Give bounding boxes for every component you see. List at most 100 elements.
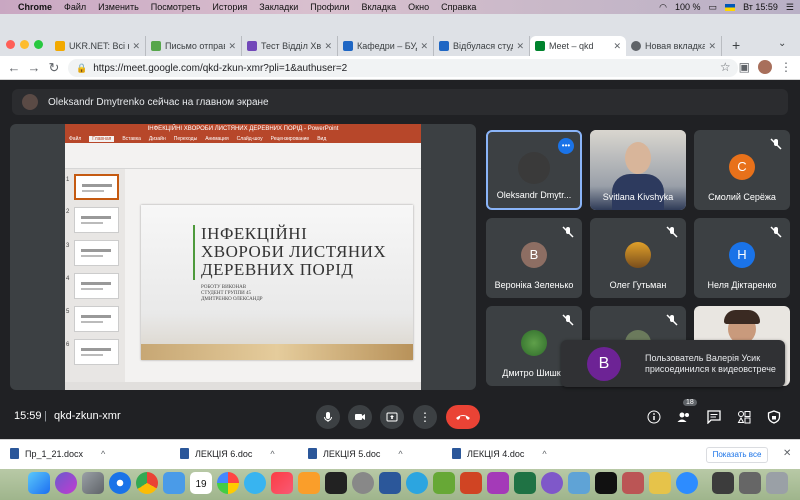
chevron-up-icon[interactable]: ^: [398, 449, 402, 459]
meeting-details-icon[interactable]: [646, 409, 662, 425]
menu-tab[interactable]: Вкладка: [361, 2, 396, 12]
leave-call-button[interactable]: [446, 405, 480, 429]
wifi-icon[interactable]: ◠: [659, 2, 667, 13]
tab-mail[interactable]: Письмо отправ ✕: [146, 36, 242, 56]
preview-icon[interactable]: [568, 472, 590, 494]
chrome-menu-icon[interactable]: ⋮: [780, 60, 792, 74]
more-options-button[interactable]: ⋮: [413, 405, 437, 429]
settings-icon[interactable]: [352, 472, 374, 494]
launchpad-icon[interactable]: [82, 472, 104, 494]
close-tab-icon[interactable]: ✕: [228, 41, 236, 52]
tab-ukrnet[interactable]: UKR.NET: Всі но✕: [50, 36, 146, 56]
forward-icon[interactable]: →: [24, 60, 44, 75]
new-tab-icon[interactable]: +: [732, 37, 740, 53]
tab-student-event[interactable]: Відбулася студ ✕: [434, 36, 530, 56]
menu-edit[interactable]: Изменить: [98, 2, 139, 12]
close-tab-icon[interactable]: ✕: [324, 41, 332, 52]
appletv-icon[interactable]: [325, 472, 347, 494]
participant-tile[interactable]: Svitlana Kivshyka: [590, 130, 686, 210]
host-controls-icon[interactable]: [766, 409, 782, 425]
menu-help[interactable]: Справка: [441, 2, 476, 12]
microphone-button[interactable]: [316, 405, 340, 429]
telegram-icon[interactable]: [406, 472, 428, 494]
downloads-stack-icon[interactable]: [739, 472, 761, 494]
close-tab-icon[interactable]: ✕: [132, 41, 140, 52]
flag-icon[interactable]: [725, 3, 736, 11]
lock-icon[interactable]: 🔒: [76, 63, 87, 74]
participant-tile[interactable]: Н Неля Діктаренко: [694, 218, 790, 298]
battery-icon[interactable]: ▭: [709, 2, 718, 13]
word-app-icon[interactable]: [379, 472, 401, 494]
books-icon[interactable]: [298, 472, 320, 494]
tab-search-icon[interactable]: ⌄: [778, 38, 786, 49]
people-icon[interactable]: [676, 409, 692, 425]
camera-button[interactable]: [348, 405, 372, 429]
siri-icon[interactable]: [55, 472, 77, 494]
menu-profiles[interactable]: Профили: [310, 2, 349, 12]
photos-icon[interactable]: [217, 472, 239, 494]
shared-screen[interactable]: ІНФЕКЦІЙНІ ХВОРОБИ ЛИСТЯНИХ ДЕРЕВНИХ ПОР…: [10, 124, 476, 390]
download-item[interactable]: Пр_1_21.docx ^: [10, 448, 105, 459]
app-icon[interactable]: [622, 472, 644, 494]
chevron-up-icon[interactable]: ^: [542, 449, 546, 459]
menu-chrome[interactable]: Chrome: [18, 2, 52, 12]
camera-permission-icon[interactable]: ▣: [739, 60, 750, 74]
download-item[interactable]: ЛЕКЦІЯ 4.doc ^: [452, 448, 547, 459]
download-item[interactable]: ЛЕКЦІЯ 6.doc ^: [180, 448, 275, 459]
tab-test[interactable]: Тест Відділ Хв ✕: [242, 36, 338, 56]
bookmark-star-icon[interactable]: ☆: [720, 60, 731, 74]
omnibox[interactable]: 🔒 https://meet.google.com/qkd-zkun-xmr?p…: [68, 59, 738, 77]
back-icon[interactable]: ←: [4, 60, 24, 75]
tab-new[interactable]: Новая вкладка ✕: [626, 36, 722, 56]
powerpoint-app-icon[interactable]: [460, 472, 482, 494]
zoom-icon[interactable]: [676, 472, 698, 494]
mail-app-icon[interactable]: [163, 472, 185, 494]
activities-icon[interactable]: [736, 409, 752, 425]
chevron-up-icon[interactable]: ^: [270, 449, 274, 459]
chrome-app-icon[interactable]: [136, 472, 158, 494]
participant-tile[interactable]: В Вероніка Зеленько: [486, 218, 582, 298]
tab-meet[interactable]: Meet – qkd ✕: [530, 36, 626, 56]
calendar-icon[interactable]: 19: [190, 472, 212, 494]
close-tab-icon[interactable]: ✕: [420, 41, 428, 52]
menu-window[interactable]: Окно: [408, 2, 429, 12]
participant-tile[interactable]: ••• Oleksandr Dmytr...: [486, 130, 582, 210]
notes-icon[interactable]: [649, 472, 671, 494]
excel-app-icon[interactable]: [514, 472, 536, 494]
music-icon[interactable]: [271, 472, 293, 494]
participant-tile[interactable]: С Смолий Серёжа: [694, 130, 790, 210]
archive-icon[interactable]: [487, 472, 509, 494]
utorrent-icon[interactable]: [433, 472, 455, 494]
menubar-clock[interactable]: Вт 15:59: [743, 2, 778, 12]
safari-icon[interactable]: [109, 472, 131, 494]
minimize-window-icon[interactable]: [20, 40, 29, 49]
close-tab-icon[interactable]: ✕: [613, 41, 621, 52]
url-text[interactable]: https://meet.google.com/qkd-zkun-xmr?pli…: [93, 63, 347, 74]
viber-icon[interactable]: [541, 472, 563, 494]
control-center-icon[interactable]: ☰: [786, 2, 794, 13]
battery-percent[interactable]: 100 %: [675, 2, 701, 12]
tab-departments[interactable]: Кафедри – БУД ✕: [338, 36, 434, 56]
close-tab-icon[interactable]: ✕: [708, 41, 716, 52]
messages-icon[interactable]: [244, 472, 266, 494]
menu-file[interactable]: Файл: [64, 2, 86, 12]
chat-icon[interactable]: [706, 409, 722, 425]
screenshot-thumbnail[interactable]: [712, 472, 734, 494]
close-downloads-icon[interactable]: ✕: [783, 448, 791, 459]
download-item[interactable]: ЛЕКЦІЯ 5.doc ^: [308, 448, 403, 459]
terminal-icon[interactable]: [595, 472, 617, 494]
chevron-up-icon[interactable]: ^: [101, 449, 105, 459]
present-button[interactable]: [380, 405, 404, 429]
show-all-downloads-button[interactable]: Показать все: [706, 447, 768, 463]
menu-bookmarks[interactable]: Закладки: [259, 2, 298, 12]
maximize-window-icon[interactable]: [34, 40, 43, 49]
menu-view[interactable]: Посмотреть: [151, 2, 201, 12]
close-tab-icon[interactable]: ✕: [516, 41, 524, 52]
participant-tile[interactable]: Олег Гутьман: [590, 218, 686, 298]
trash-icon[interactable]: [766, 472, 788, 494]
profile-avatar[interactable]: [758, 60, 772, 74]
close-window-icon[interactable]: [6, 40, 15, 49]
reload-icon[interactable]: ↻: [44, 60, 64, 76]
finder-icon[interactable]: [28, 472, 50, 494]
menu-history[interactable]: История: [212, 2, 247, 12]
